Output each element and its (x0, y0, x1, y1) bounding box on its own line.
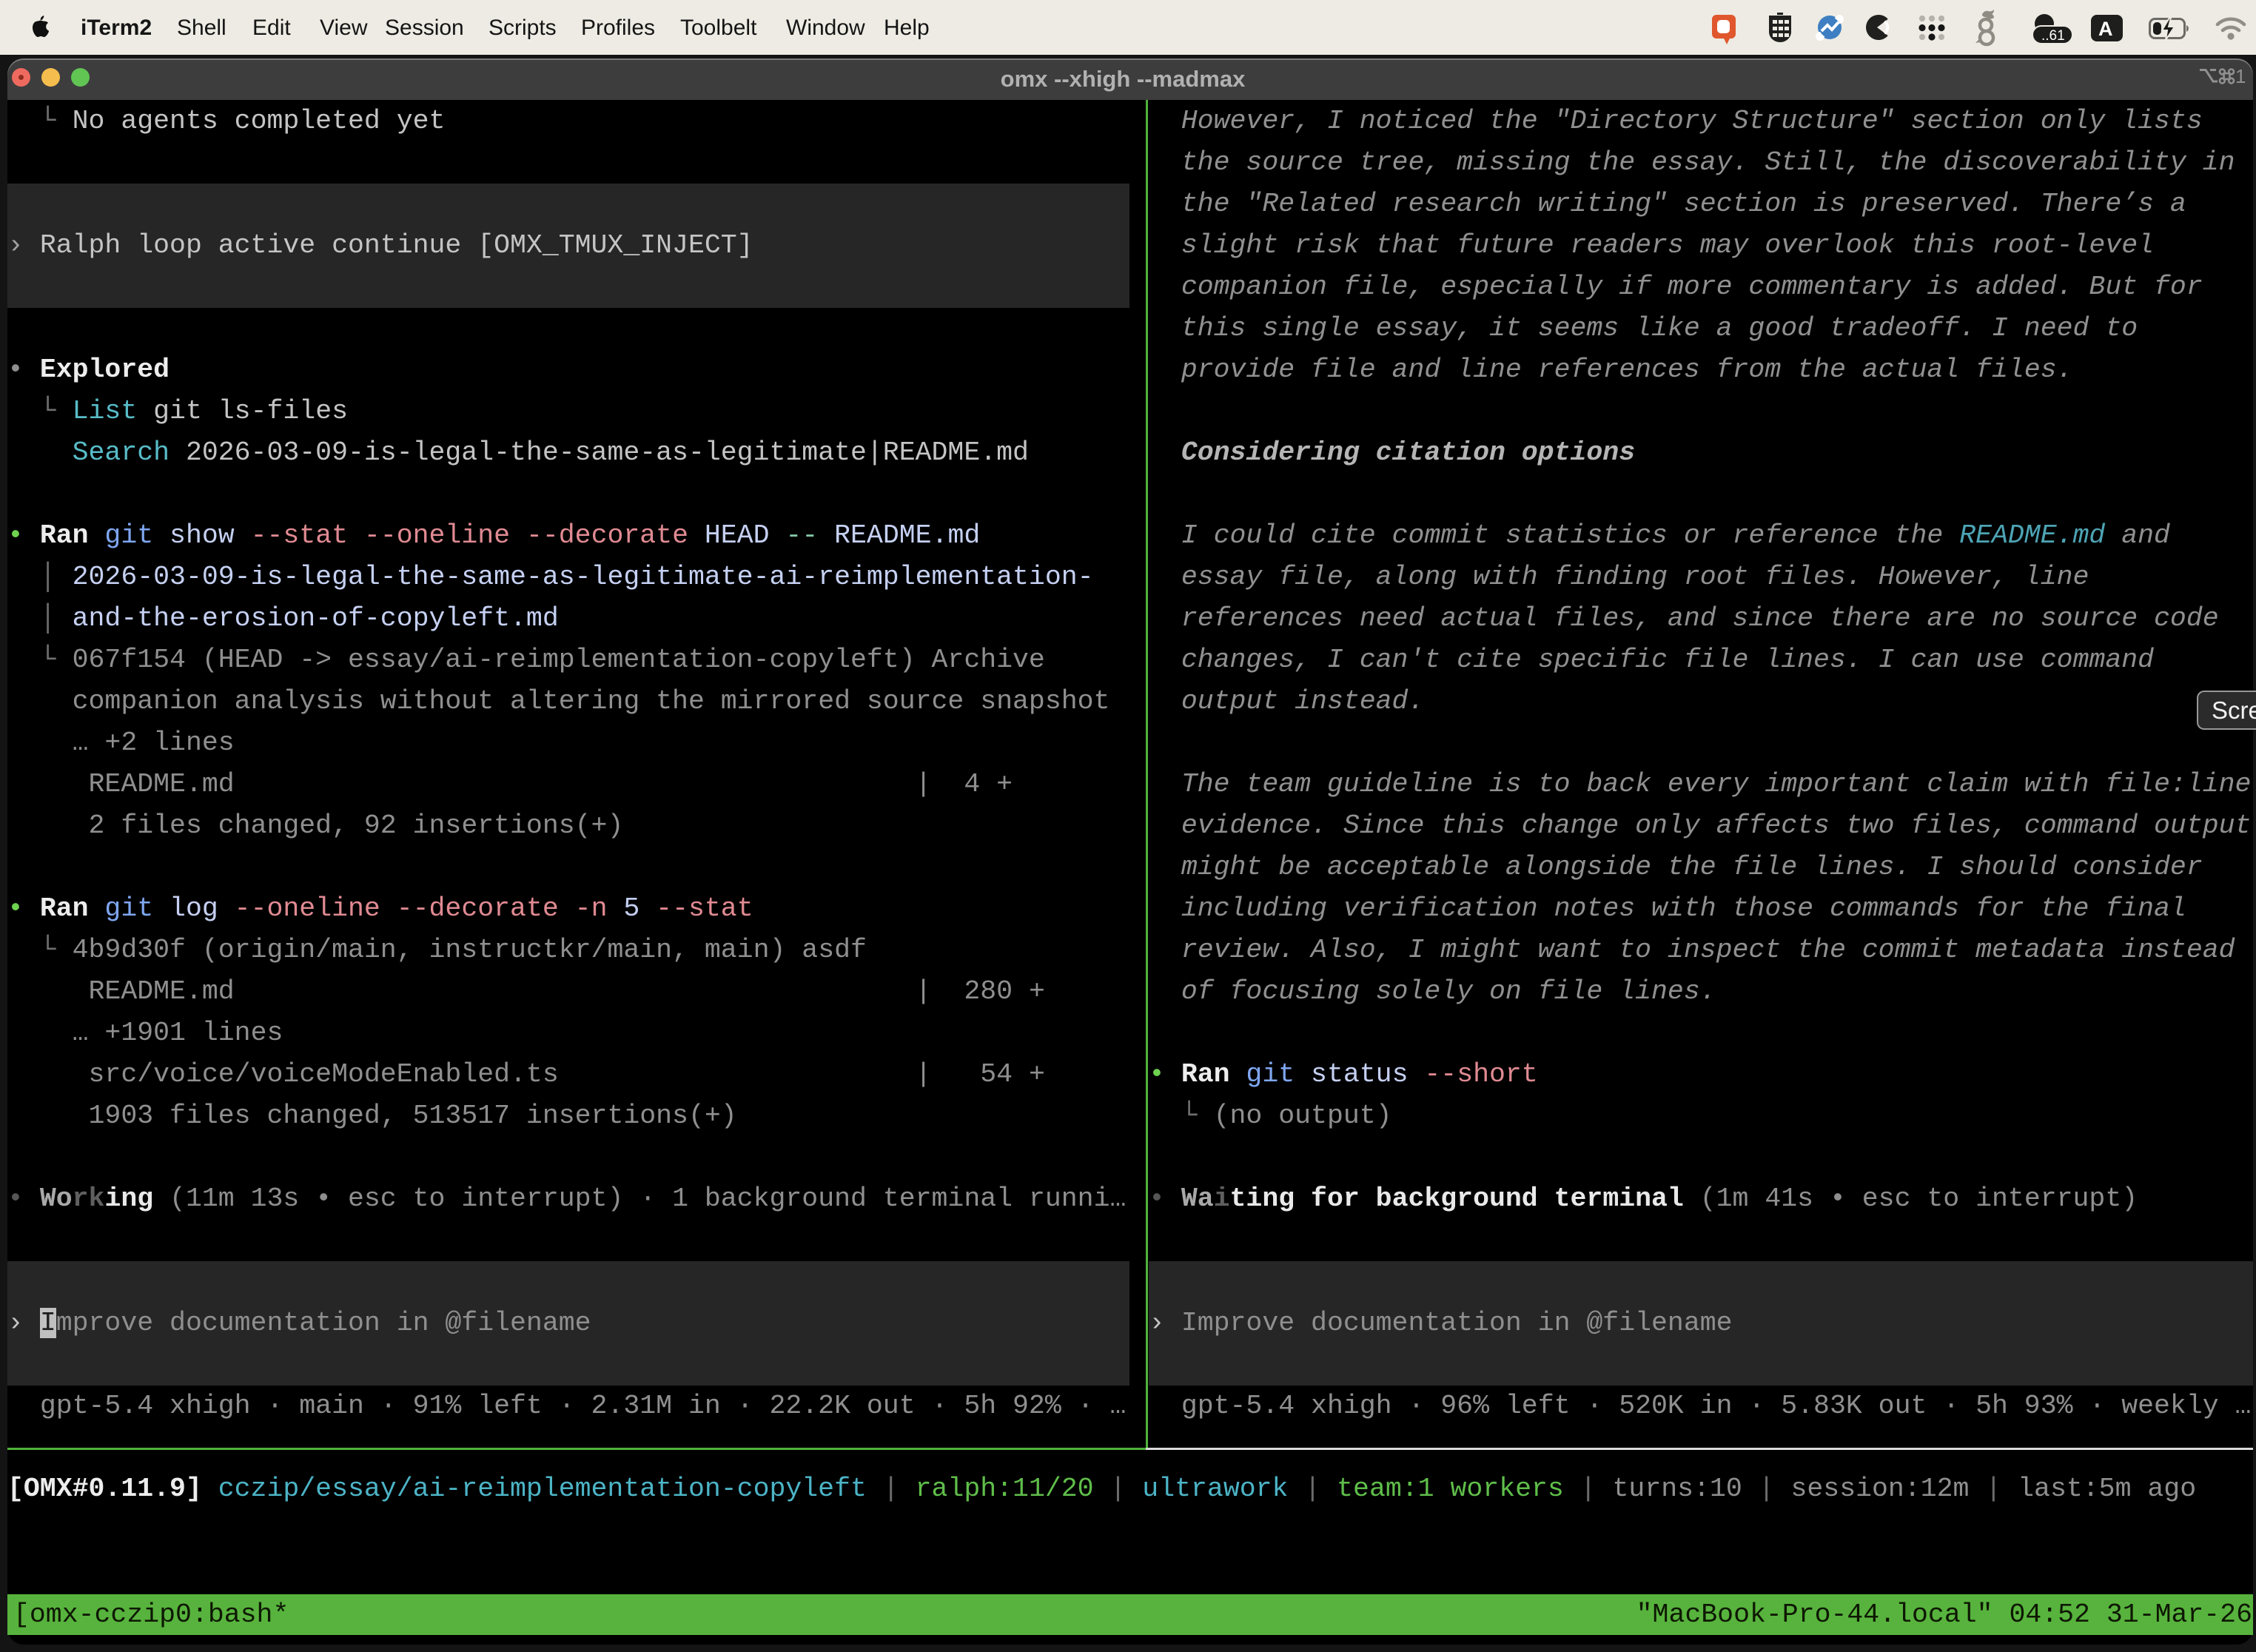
svg-text:A: A (2098, 18, 2113, 40)
svg-text:1: 1 (2235, 67, 2246, 86)
svg-text:..61: ..61 (2041, 28, 2065, 44)
